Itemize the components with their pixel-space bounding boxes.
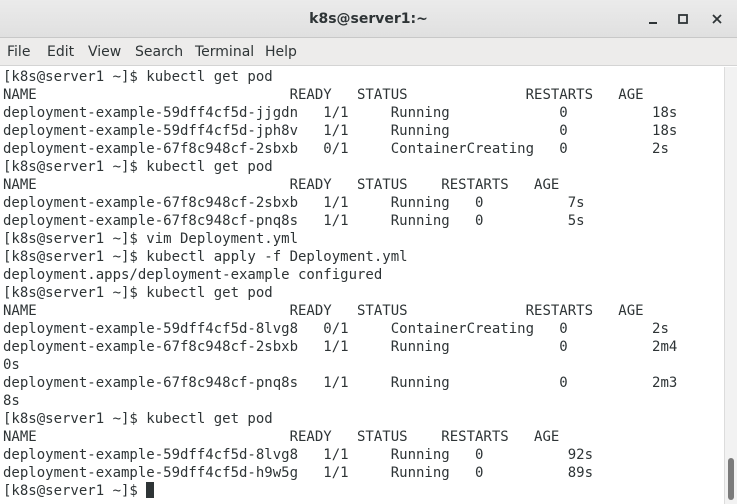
window-title: k8s@server1:~ [309,11,428,27]
terminal-line: NAME READY STATUS RESTARTS AGE [3,429,560,445]
terminal-line: deployment-example-59dff4cf5d-h9w5g 1/1 … [3,465,594,481]
terminal-line: 0s [3,357,20,373]
minimize-button[interactable] [643,9,663,29]
terminal-output[interactable]: [k8s@server1 ~]$ kubectl get pod NAME RE… [0,67,724,504]
menu-search[interactable]: Search [135,38,183,66]
terminal-line: deployment-example-59dff4cf5d-8lvg8 0/1 … [3,321,669,337]
shell-prompt: [k8s@server1 ~]$ [3,483,147,499]
text-cursor [146,482,155,498]
maximize-button[interactable] [673,9,693,29]
terminal-line: deployment-example-59dff4cf5d-8lvg8 1/1 … [3,447,594,463]
close-button[interactable] [707,9,727,29]
vertical-scrollbar[interactable] [724,67,737,504]
terminal-line: deployment-example-67f8c948cf-2sbxb 1/1 … [3,195,585,211]
terminal-line: deployment-example-59dff4cf5d-jjgdn 1/1 … [3,105,678,121]
terminal-line: NAME READY STATUS RESTARTS AGE [3,87,644,103]
terminal-line: deployment-example-67f8c948cf-2sbxb 1/1 … [3,339,678,355]
terminal-line: deployment-example-67f8c948cf-pnq8s 1/1 … [3,375,678,391]
menu-edit[interactable]: Edit [47,38,74,66]
terminal-line: deployment-example-67f8c948cf-pnq8s 1/1 … [3,213,585,229]
terminal-line: [k8s@server1 ~]$ kubectl apply -f Deploy… [3,249,408,265]
scrollbar-thumb[interactable] [728,458,734,500]
terminal-line: deployment-example-59dff4cf5d-jph8v 1/1 … [3,123,678,139]
terminal-line: deployment.apps/deployment-example confi… [3,267,383,283]
terminal-window: k8s@server1:~ File Edit View Search Term… [0,0,737,504]
terminal-line: 8s [3,393,20,409]
terminal-line: deployment-example-67f8c948cf-2sbxb 0/1 … [3,141,669,157]
title-bar[interactable]: k8s@server1:~ [0,0,737,38]
menu-view[interactable]: View [88,38,121,66]
close-icon [712,14,722,24]
terminal-line: NAME READY STATUS RESTARTS AGE [3,177,560,193]
menu-file[interactable]: File [7,38,30,66]
terminal-line: NAME READY STATUS RESTARTS AGE [3,303,644,319]
menu-help[interactable]: Help [265,38,297,66]
terminal-line: [k8s@server1 ~]$ kubectl get pod [3,411,273,427]
menu-terminal[interactable]: Terminal [195,38,254,66]
maximize-icon [678,14,688,24]
terminal-line: [k8s@server1 ~]$ vim Deployment.yml [3,231,299,247]
menu-bar: File Edit View Search Terminal Help [0,38,737,66]
terminal-line: [k8s@server1 ~]$ kubectl get pod [3,285,273,301]
terminal-line: [k8s@server1 ~]$ kubectl get pod [3,69,273,85]
terminal-prompt-line[interactable]: [k8s@server1 ~]$ [3,482,155,500]
minimize-icon [649,22,657,24]
terminal-line: [k8s@server1 ~]$ kubectl get pod [3,159,273,175]
